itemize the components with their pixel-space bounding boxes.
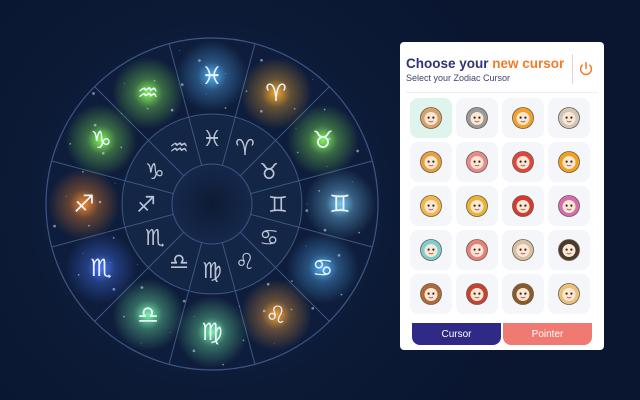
cursor-option-gemini-girl[interactable] [410, 274, 452, 314]
header-separator [406, 92, 598, 93]
libra-scales-icon [466, 195, 488, 217]
cursor-option-pisces-girl[interactable] [456, 230, 498, 270]
taurus-glyph: ♉ [259, 160, 279, 185]
taurus-bull-icon [420, 151, 442, 173]
cursor-option-aquarius-figure[interactable] [410, 98, 452, 138]
scorpio-icon: ♏ [90, 254, 112, 282]
power-icon[interactable] [576, 59, 596, 79]
leo-glyph: ♌ [235, 250, 255, 275]
cursor-option-sagittarius-archer[interactable] [548, 186, 590, 226]
capricorn-icon: ♑ [90, 126, 112, 154]
virgo-girl-icon [558, 283, 580, 305]
cursor-selector-panel: Choose your new cursor Select your Zodia… [400, 42, 604, 350]
aries-girl-icon [512, 239, 534, 261]
panel-title: Choose your new cursor [406, 56, 564, 71]
pointer-button[interactable]: Pointer [503, 323, 592, 345]
cursor-option-scorpio-scorpion[interactable] [502, 186, 544, 226]
virgo-glyph: ♍ [202, 259, 222, 284]
cursor-option-aries-girl[interactable] [502, 230, 544, 270]
sagittarius-glyph: ♐ [136, 193, 156, 218]
gemini-icon: ♊ [329, 190, 351, 218]
capricorn-goat-icon [466, 107, 488, 129]
cancer-girl-icon [466, 283, 488, 305]
cursor-option-leo-lion[interactable] [548, 142, 590, 182]
panel-subtitle: Select your Zodiac Cursor [406, 73, 511, 83]
cursor-option-taurus-girl[interactable] [548, 230, 590, 270]
cursor-option-libra-scales[interactable] [456, 186, 498, 226]
cursor-option-gemini-twins[interactable] [456, 142, 498, 182]
leo-lion-icon [558, 151, 580, 173]
gemini-glyph: ♊ [268, 193, 288, 218]
capricorn-glyph: ♑ [145, 160, 165, 185]
cursor-option-capricorn-goat[interactable] [456, 98, 498, 138]
gemini-twins-icon [466, 151, 488, 173]
cursor-option-taurus-bull[interactable] [410, 142, 452, 182]
cursor-option-virgo-maiden[interactable] [410, 186, 452, 226]
scorpio-glyph: ♏ [145, 226, 165, 251]
cursor-option-virgo-girl[interactable] [548, 274, 590, 314]
scorpio-scorpion-icon [512, 195, 534, 217]
aquarius-glyph: ♒ [169, 136, 189, 161]
aquarius-girl-icon [420, 239, 442, 261]
sagittarius-archer-icon [558, 195, 580, 217]
pisces-girl-icon [466, 239, 488, 261]
cancer-glyph: ♋ [259, 226, 279, 251]
title-lead: Choose your [406, 56, 493, 71]
title-accent: new cursor [492, 56, 565, 71]
virgo-icon: ♍ [201, 318, 223, 346]
libra-glyph: ♎ [169, 250, 189, 275]
virgo-maiden-icon [420, 195, 442, 217]
header-divider [572, 54, 573, 84]
cursor-option-aquarius-girl[interactable] [410, 230, 452, 270]
sagittarius-icon: ♐ [73, 190, 95, 218]
pisces-glyph: ♓ [202, 127, 222, 152]
cursor-option-pisces-fish[interactable] [502, 98, 544, 138]
cursor-grid [410, 98, 595, 360]
taurus-icon: ♉ [312, 126, 334, 154]
zodiac-wheel: ♓♓♈♈ ♉♉♊♊♋♋♌♌♍♍♎♎♏♏♐ ♐♑♑♒♒ [45, 37, 379, 371]
libra-icon: ♎ [137, 301, 159, 329]
cursor-option-cancer-crab[interactable] [502, 142, 544, 182]
pisces-icon: ♓ [201, 62, 223, 90]
cursor-option-leo-girl[interactable] [502, 274, 544, 314]
aries-icon: ♈ [265, 79, 287, 107]
cancer-crab-icon [512, 151, 534, 173]
aquarius-figure-icon [420, 107, 442, 129]
aries-glyph: ♈ [235, 136, 255, 161]
pisces-fish-icon [512, 107, 534, 129]
taurus-girl-icon [558, 239, 580, 261]
aries-ram-icon [558, 107, 580, 129]
leo-girl-icon [512, 283, 534, 305]
cursor-button[interactable]: Cursor [412, 323, 501, 345]
aquarius-icon: ♒ [137, 79, 159, 107]
cursor-option-cancer-girl[interactable] [456, 274, 498, 314]
gemini-girl-icon [420, 283, 442, 305]
cursor-option-aries-ram[interactable] [548, 98, 590, 138]
cancer-icon: ♋ [312, 254, 334, 282]
